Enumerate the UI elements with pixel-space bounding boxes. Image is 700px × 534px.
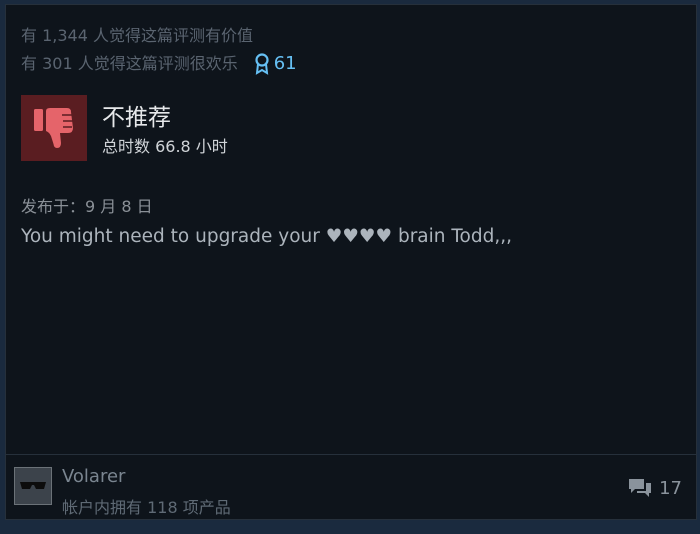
posted-date: 发布于：9 月 8 日 — [21, 197, 153, 216]
funny-count: 有 301 人觉得这篇评测很欢乐 61 — [21, 50, 297, 78]
helpful-text: 有 1,344 人觉得这篇评测有价值 — [21, 26, 253, 45]
avatar[interactable] — [14, 467, 52, 505]
funny-text: 有 301 人觉得这篇评测很欢乐 — [21, 54, 238, 73]
comments-link[interactable]: 17 — [627, 477, 682, 499]
verdict-info: 不推荐 总时数 66.8 小时 — [102, 95, 228, 161]
award-icon — [255, 53, 269, 75]
verdict-title: 不推荐 — [102, 105, 171, 131]
review-stats: 有 1,344 人觉得这篇评测有价值 有 301 人觉得这篇评测很欢乐 61 — [21, 22, 297, 78]
award-badge[interactable]: 61 — [254, 50, 297, 78]
thumbs-down-icon[interactable] — [21, 95, 87, 161]
comment-count: 17 — [659, 477, 682, 499]
review-verdict: 不推荐 总时数 66.8 小时 — [21, 95, 228, 161]
author-footer: Volarer 帐户内拥有 118 项产品 17 — [6, 454, 696, 519]
award-count: 61 — [273, 53, 297, 74]
helpful-count: 有 1,344 人觉得这篇评测有价值 — [21, 22, 297, 50]
review-body: You might need to upgrade your ♥♥♥♥ brai… — [21, 226, 512, 247]
review-card: 有 1,344 人觉得这篇评测有价值 有 301 人觉得这篇评测很欢乐 61 不… — [5, 4, 697, 520]
comment-icon — [629, 479, 652, 497]
author-name[interactable]: Volarer — [62, 466, 125, 487]
hours-played: 总时数 66.8 小时 — [102, 137, 228, 156]
sunglasses-avatar-image — [20, 482, 46, 489]
products-owned: 帐户内拥有 118 项产品 — [62, 498, 231, 517]
